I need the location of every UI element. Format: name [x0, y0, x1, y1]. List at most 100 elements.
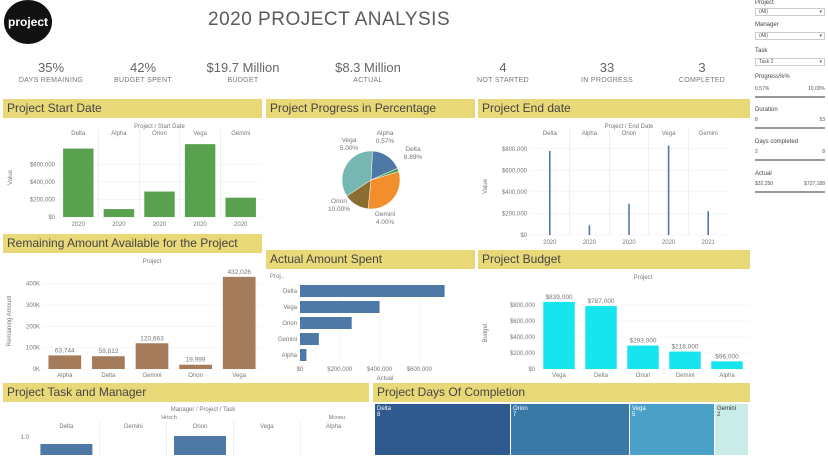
category-label: Alpha — [719, 373, 735, 379]
bar — [300, 333, 319, 345]
slice-name: Vega — [342, 137, 357, 144]
range-max: 8 — [822, 149, 825, 155]
data-label: 19,999 — [186, 357, 206, 364]
x-tick-label: 2021 — [702, 240, 716, 246]
end-date-chart: Project / End Date Value $0 $200,000 $400,00… — [483, 124, 728, 246]
actual-range-slider[interactable] — [755, 191, 825, 193]
project-filter-select[interactable]: (All) — [755, 8, 825, 16]
x-tick-label: $600,000 — [407, 367, 433, 373]
task-manager-chart: Manager / Project / Task Hrisch Mcneu 1.0 De… — [21, 407, 346, 460]
category-label: Alpha — [326, 424, 342, 430]
panel-title: Project Budget — [478, 250, 750, 269]
slice-value: 10.00% — [328, 206, 350, 213]
category-label: Gemini — [142, 373, 161, 379]
y-axis-label: Value — [483, 178, 489, 194]
panel-title: Project Task and Manager — [3, 383, 369, 402]
panel-task-manager: Project Task and Manager Manager / Proje… — [3, 383, 369, 460]
x-tick-label: 2020 — [234, 222, 248, 228]
slice-name: Alpha — [377, 130, 394, 137]
panel-progress: Project Progress in Percentage Vega 5.00%… — [266, 99, 475, 229]
range-min: 2 — [755, 149, 758, 155]
category-label: Orion — [193, 424, 208, 430]
x-tick-label: $400,000 — [367, 367, 393, 373]
progress-range-values: 0.57% 10.00% — [755, 86, 825, 92]
panel-actual: Actual Amount Spent Proj.. $0 $200,000 $400… — [266, 250, 475, 382]
data-label: $293,000 — [629, 338, 656, 345]
panel-start-date: Project Start Date Project / Start Date V… — [3, 99, 262, 229]
duration-range-slider[interactable] — [755, 127, 825, 129]
kpi-label: ACTUAL — [353, 77, 383, 84]
treemap-cell: Delta 8 — [375, 404, 510, 455]
bar — [179, 364, 212, 369]
panel-remaining: Remaining Amount Available for the Proje… — [3, 234, 262, 380]
slice-value: 5.00% — [340, 145, 359, 152]
data-label: $839,000 — [545, 294, 572, 301]
y-tick-label: $400,000 — [510, 335, 536, 341]
category-label: Vega — [232, 373, 246, 379]
category-label: Alpha — [57, 373, 73, 379]
kpi-budget: $19.7 Million BUDGET — [198, 60, 288, 84]
treemap-cell: Orion 7 — [511, 404, 629, 455]
x-tick-label: 2020 — [153, 222, 167, 228]
kpi-value: 4 — [499, 60, 507, 75]
manager-label: Mcneu — [329, 415, 346, 421]
kpi-value: 35% — [37, 60, 65, 75]
treemap-cell-value: 7 — [513, 412, 517, 418]
panel-title: Project End date — [478, 99, 750, 118]
treemap-cell: Gemini 2 — [715, 404, 748, 455]
kpi-label: BUDGET — [227, 77, 259, 84]
kpi-days-remaining: 35% DAYS REMAINING — [16, 60, 86, 84]
progress-pie-chart: Vega5.00% Alpha0.57% Delta8.89% Gemini4.00%… — [328, 130, 423, 226]
panel-title: Project Progress in Percentage — [266, 99, 475, 118]
bar — [543, 301, 575, 369]
category-label: Vega — [260, 424, 274, 430]
treemap-cell-value: 8 — [377, 412, 381, 418]
slice-value: 4.00% — [376, 219, 395, 226]
category-label: Gemini — [675, 373, 694, 379]
kpi-completed: 3 COMPLETED — [672, 60, 732, 84]
x-tick-label: 2020 — [543, 240, 557, 246]
y-tick-label: $800,000 — [510, 303, 536, 309]
filter-label: Actual — [755, 171, 772, 177]
category-label: Vega — [662, 131, 676, 137]
category-label: Vega — [193, 131, 207, 137]
range-min: 8 — [755, 117, 758, 123]
category-label: Gemini — [699, 131, 718, 137]
category-label: Delta — [594, 373, 609, 379]
kpi-label: BUDGET SPENT — [114, 77, 172, 84]
treemap-cell-value: 5 — [632, 412, 636, 418]
chart-title: Project / End Date — [605, 124, 654, 130]
category-label: Orion — [636, 373, 651, 379]
kpi-value: $19.7 Million — [206, 60, 280, 75]
range-min: 0.57% — [755, 86, 770, 92]
data-label: 120,663 — [140, 335, 164, 342]
y-tick-label: $200,000 — [510, 351, 536, 357]
bar — [174, 436, 226, 456]
filter-sidebar: Project (All) Manager (All) Task Task 2 … — [753, 0, 828, 455]
category-label: Delta — [59, 424, 74, 430]
y-tick-label: $0 — [528, 367, 535, 373]
bar — [585, 306, 617, 369]
chart-title: Manager / Project / Task — [171, 407, 237, 413]
slice-value: 8.89% — [404, 154, 423, 161]
bar — [628, 203, 630, 235]
slice-name: Gemini — [375, 211, 396, 218]
bar — [711, 361, 743, 369]
category-label: Delta — [543, 131, 558, 137]
category-label: Gemini — [231, 131, 250, 137]
y-tick-label: $600,000 — [510, 319, 536, 325]
progress-range-slider[interactable] — [755, 96, 825, 98]
y-tick-label: $400,000 — [502, 190, 528, 196]
filter-label: Project — [755, 0, 774, 6]
bar — [300, 301, 380, 313]
manager-filter-select[interactable]: (All) — [755, 32, 825, 40]
days-range-values: 28 — [755, 149, 825, 155]
kpi-label: NOT STARTED — [477, 77, 529, 84]
actual-range-values: $32,250 $727,188 — [755, 181, 825, 187]
kpi-label: DAYS REMAINING — [18, 77, 84, 84]
category-label: Delta — [283, 289, 298, 295]
task-filter-select[interactable]: Task 2 — [755, 58, 825, 66]
days-range-slider[interactable] — [755, 159, 825, 161]
kpi-label: COMPLETED — [678, 77, 726, 84]
treemap-cell-value: 2 — [717, 412, 721, 418]
